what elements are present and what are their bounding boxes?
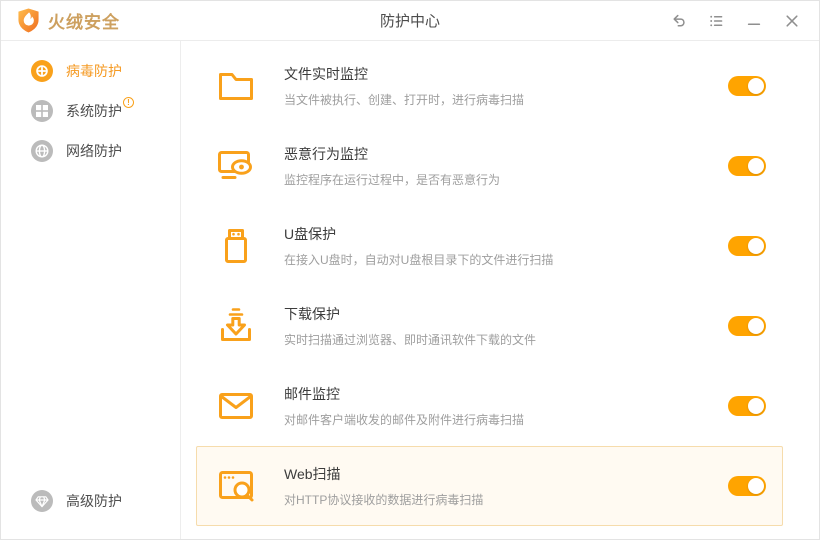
app-body: 病毒防护 系统防护! <box>1 41 819 539</box>
sidebar-item-advanced-protection[interactable]: 高级防护 <box>1 481 180 521</box>
protection-row-file-realtime-monitor[interactable]: 文件实时监控 当文件被执行、创建、打开时，进行病毒扫描 <box>196 46 783 126</box>
sidebar-item-network-protection[interactable]: 网络防护 <box>1 131 180 171</box>
sidebar: 病毒防护 系统防护! <box>1 41 181 539</box>
protection-row-download-protection[interactable]: 下载保护 实时扫描通过浏览器、即时通讯软件下载的文件 <box>196 286 783 366</box>
protection-text: U盘保护 在接入U盘时，自动对U盘根目录下的文件进行扫描 <box>284 224 553 268</box>
protection-text: 邮件监控 对邮件客户端收发的邮件及附件进行病毒扫描 <box>284 384 524 428</box>
protection-title: 下载保护 <box>284 304 536 324</box>
protection-desc: 当文件被执行、创建、打开时，进行病毒扫描 <box>284 91 524 108</box>
close-icon[interactable] <box>783 12 801 30</box>
protection-row-malicious-behavior-monitor[interactable]: 恶意行为监控 监控程序在运行过程中，是否有恶意行为 <box>196 126 783 206</box>
toggle-knob <box>748 78 764 94</box>
protection-title: 恶意行为监控 <box>284 144 500 164</box>
protection-desc: 在接入U盘时，自动对U盘根目录下的文件进行扫描 <box>284 251 553 268</box>
network-protection-icon <box>31 140 53 162</box>
toggle-switch-malicious-behavior-monitor[interactable] <box>728 156 766 176</box>
toggle-knob <box>748 318 764 334</box>
protection-text: Web扫描 对HTTP协议接收的数据进行病毒扫描 <box>284 464 483 508</box>
protection-title: 文件实时监控 <box>284 64 524 84</box>
titlebar: 火绒安全 防护中心 <box>1 1 819 41</box>
back-arrow-icon[interactable] <box>669 12 687 30</box>
toggle-knob <box>748 478 764 494</box>
protection-text: 下载保护 实时扫描通过浏览器、即时通讯软件下载的文件 <box>284 304 536 348</box>
protection-desc: 实时扫描通过浏览器、即时通讯软件下载的文件 <box>284 331 536 348</box>
protection-row-usb-protection[interactable]: U盘保护 在接入U盘时，自动对U盘根目录下的文件进行扫描 <box>196 206 783 286</box>
brand-name: 火绒安全 <box>48 8 120 33</box>
download-icon <box>216 306 256 346</box>
monitor-eye-icon <box>216 146 256 186</box>
app-window: 火绒安全 防护中心 <box>0 0 820 540</box>
window-controls <box>669 12 801 30</box>
sidebar-item-system-protection[interactable]: 系统防护! <box>1 91 180 131</box>
huorong-shield-logo-icon <box>17 8 40 33</box>
system-protection-icon <box>31 100 53 122</box>
sidebar-item-label: 病毒防护 <box>66 61 122 81</box>
toggle-knob <box>748 158 764 174</box>
protection-row-web-scan[interactable]: Web扫描 对HTTP协议接收的数据进行病毒扫描 <box>196 446 783 526</box>
toggle-switch-file-realtime-monitor[interactable] <box>728 76 766 96</box>
sidebar-item-virus-protection[interactable]: 病毒防护 <box>1 51 180 91</box>
sidebar-item-label: 系统防护! <box>66 101 134 121</box>
brand: 火绒安全 <box>17 8 120 33</box>
protection-title: U盘保护 <box>284 224 553 244</box>
mail-icon <box>216 386 256 426</box>
sidebar-item-label: 网络防护 <box>66 141 122 161</box>
alert-badge: ! <box>123 97 134 108</box>
folder-icon <box>216 66 256 106</box>
advanced-protection-icon <box>31 490 53 512</box>
protection-list: 文件实时监控 当文件被执行、创建、打开时，进行病毒扫描 恶意行为监控 监 <box>181 41 819 539</box>
list-menu-icon[interactable] <box>707 12 725 30</box>
minimize-icon[interactable] <box>745 12 763 30</box>
toggle-switch-mail-monitor[interactable] <box>728 396 766 416</box>
protection-desc: 对邮件客户端收发的邮件及附件进行病毒扫描 <box>284 411 524 428</box>
protection-title: Web扫描 <box>284 464 483 484</box>
toggle-switch-usb-protection[interactable] <box>728 236 766 256</box>
virus-protection-icon <box>31 60 53 82</box>
toggle-switch-web-scan[interactable] <box>728 476 766 496</box>
toggle-knob <box>748 398 764 414</box>
protection-title: 邮件监控 <box>284 384 524 404</box>
protection-text: 恶意行为监控 监控程序在运行过程中，是否有恶意行为 <box>284 144 500 188</box>
protection-desc: 对HTTP协议接收的数据进行病毒扫描 <box>284 491 483 508</box>
sidebar-item-label: 高级防护 <box>66 491 122 511</box>
usb-drive-icon <box>216 226 256 266</box>
toggle-knob <box>748 238 764 254</box>
protection-desc: 监控程序在运行过程中，是否有恶意行为 <box>284 171 500 188</box>
protection-row-mail-monitor[interactable]: 邮件监控 对邮件客户端收发的邮件及附件进行病毒扫描 <box>196 366 783 446</box>
toggle-switch-download-protection[interactable] <box>728 316 766 336</box>
web-scan-icon <box>216 466 256 506</box>
protection-text: 文件实时监控 当文件被执行、创建、打开时，进行病毒扫描 <box>284 64 524 108</box>
